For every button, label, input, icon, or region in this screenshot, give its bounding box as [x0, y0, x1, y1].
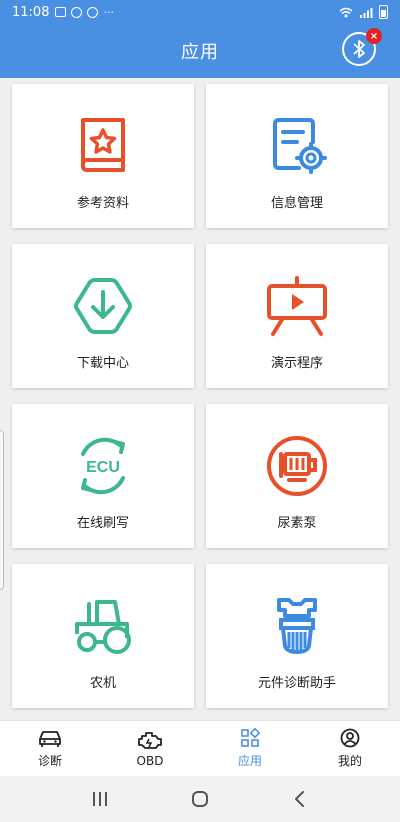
app-card-download-center[interactable]: 下载中心 — [12, 244, 194, 388]
blocked-notification-icon — [87, 6, 99, 18]
ecu-refresh-icon: ECU — [81, 437, 125, 495]
component-icon — [277, 598, 317, 655]
signal-icon — [360, 7, 373, 18]
more-notifications: ··· — [103, 5, 114, 19]
app-label: 演示程序 — [270, 356, 323, 371]
sync-notification-icon — [71, 6, 83, 18]
side-drawer-handle[interactable] — [0, 430, 4, 590]
tab-label: 我的 — [337, 754, 362, 768]
book-star-icon — [81, 118, 125, 172]
pump-icon — [267, 436, 327, 496]
app-card-online-flash[interactable]: ECU 在线刷写 — [12, 404, 194, 548]
tab-label: 应用 — [237, 754, 262, 768]
tab-apps[interactable]: 应用 — [200, 721, 300, 776]
document-gear-icon — [273, 118, 327, 174]
car-icon — [39, 731, 61, 747]
bottom-tab-bar: 诊断 OBD 应用 我的 — [0, 720, 400, 776]
bluetooth-disconnected-badge: × — [366, 28, 382, 44]
app-card-component-diagnosis[interactable]: 元件诊断助手 — [206, 564, 388, 708]
recent-apps-icon[interactable] — [90, 790, 110, 808]
ecu-text: ECU — [86, 459, 120, 476]
app-label: 农机 — [89, 676, 116, 691]
gallery-notification-icon — [55, 7, 67, 17]
tab-profile[interactable]: 我的 — [300, 721, 400, 776]
tractor-icon — [75, 600, 131, 654]
status-bar: 11:08 ··· — [0, 0, 400, 24]
tab-diagnosis[interactable]: 诊断 — [0, 721, 100, 776]
app-card-agricultural-machinery[interactable]: 农机 — [12, 564, 194, 708]
app-label: 信息管理 — [270, 196, 323, 211]
bluetooth-button[interactable]: × — [342, 28, 382, 66]
apps-icon — [241, 728, 260, 747]
app-card-info-management[interactable]: 信息管理 — [206, 84, 388, 228]
app-label: 在线刷写 — [76, 516, 129, 531]
page-title: 应用 — [181, 42, 219, 63]
app-label: 尿素泵 — [277, 516, 317, 531]
tab-label: 诊断 — [37, 754, 62, 768]
system-nav-bar — [0, 776, 400, 822]
tab-obd[interactable]: OBD — [100, 721, 200, 776]
app-label: 参考资料 — [76, 196, 129, 211]
presentation-play-icon — [267, 276, 327, 336]
hexagon-download-icon — [74, 278, 132, 334]
back-icon[interactable] — [290, 789, 310, 809]
app-card-urea-pump[interactable]: 尿素泵 — [206, 404, 388, 548]
app-bar: 应用 × — [0, 24, 400, 78]
status-time: 11:08 — [12, 4, 50, 20]
tab-label: OBD — [136, 753, 164, 768]
battery-icon — [379, 5, 388, 19]
app-card-reference[interactable]: 参考资料 — [12, 84, 194, 228]
wifi-icon — [339, 7, 353, 17]
home-icon[interactable] — [190, 789, 210, 809]
app-card-demo[interactable]: 演示程序 — [206, 244, 388, 388]
user-icon — [340, 728, 360, 748]
engine-icon — [138, 731, 162, 749]
app-label: 元件诊断助手 — [257, 676, 336, 691]
bluetooth-icon — [353, 40, 365, 58]
app-label: 下载中心 — [76, 356, 129, 371]
